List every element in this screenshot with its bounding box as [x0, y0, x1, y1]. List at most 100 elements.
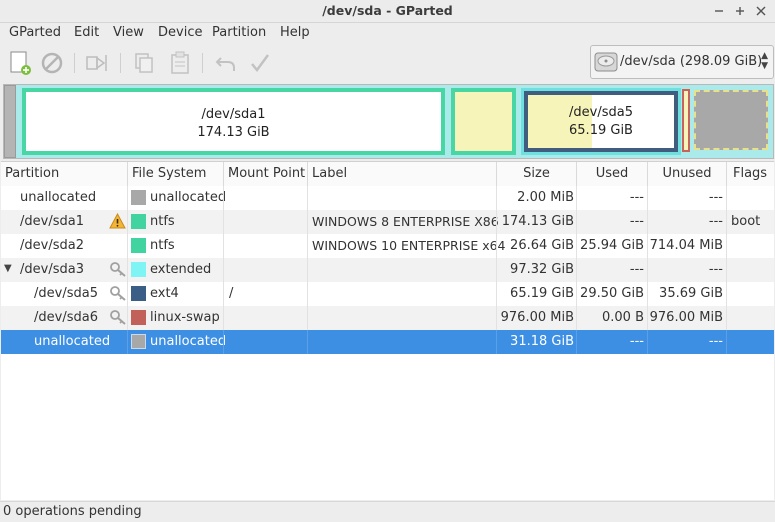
close-icon[interactable] — [752, 2, 770, 20]
partition-cell: /dev/sda3 — [20, 262, 84, 277]
column-label[interactable]: Label — [308, 162, 497, 186]
disk-map-sda3-extended[interactable]: /dev/sda5 65.19 GiB — [521, 88, 681, 155]
chevron-updown-icon: ▲ ▼ — [761, 51, 768, 71]
new-partition-button[interactable] — [6, 49, 34, 77]
partition-table-header: Partition File System Mount Point Label … — [1, 161, 774, 187]
size-cell: 65.19 GiB — [510, 286, 574, 301]
partition-cell: /dev/sda5 — [34, 286, 98, 301]
unused-cell: --- — [708, 214, 723, 229]
fs-color-swatch — [131, 334, 146, 349]
unused-cell: 714.04 MiB — [649, 238, 723, 253]
partition-cell: unallocated — [20, 190, 97, 205]
disk-map-unallocated-end[interactable] — [694, 90, 768, 150]
table-row[interactable]: unallocated unallocated 2.00 MiB --- --- — [1, 186, 774, 210]
size-cell: 26.64 GiB — [510, 238, 574, 253]
size-cell: 97.32 GiB — [510, 262, 574, 277]
column-size[interactable]: Size — [497, 162, 577, 186]
checkmark-icon — [251, 54, 270, 73]
table-row[interactable]: ▼ /dev/sda3 extended 97.32 GiB --- --- — [1, 258, 774, 282]
table-row[interactable]: /dev/sda1 ntfs WINDOWS 8 ENTERPRISE X86 … — [1, 210, 774, 234]
device-selector[interactable]: /dev/sda (298.09 GiB) ▲ ▼ — [590, 45, 774, 79]
paste-button[interactable] — [166, 49, 194, 77]
fs-color-swatch — [131, 310, 146, 325]
copy-button[interactable] — [130, 49, 158, 77]
fs-cell: unallocated — [150, 190, 227, 205]
menu-edit[interactable]: Edit — [74, 25, 99, 40]
label-cell: WINDOWS 8 ENTERPRISE X86 — [312, 214, 499, 229]
toolbar-separator — [74, 53, 75, 73]
mount-cell: / — [229, 286, 234, 301]
menu-bar: GParted Edit View Device Partition Help — [0, 23, 775, 45]
column-unused[interactable]: Unused — [648, 162, 727, 186]
fs-color-swatch — [131, 262, 146, 277]
column-file-system[interactable]: File System — [128, 162, 224, 186]
delete-partition-button[interactable] — [38, 49, 66, 77]
fs-color-swatch — [131, 238, 146, 253]
menu-help[interactable]: Help — [280, 25, 310, 40]
warning-icon — [109, 213, 126, 229]
window-title: /dev/sda - GParted — [322, 3, 453, 18]
new-partition-icon — [10, 51, 31, 75]
column-used[interactable]: Used — [577, 162, 648, 186]
table-row[interactable]: /dev/sda6 linux-swap 976.00 MiB 0.00 B 9… — [1, 306, 774, 330]
resize-move-icon — [86, 55, 107, 71]
partition-cell: /dev/sda2 — [20, 238, 84, 253]
disk-map-sda5[interactable]: /dev/sda5 65.19 GiB — [524, 91, 678, 152]
fs-color-swatch — [131, 190, 146, 205]
column-mount-point[interactable]: Mount Point — [224, 162, 308, 186]
column-partition[interactable]: Partition — [1, 162, 128, 186]
fs-cell: extended — [150, 262, 212, 277]
disk-graphic: /dev/sda1 174.13 GiB /dev/sda5 65.19 GiB — [3, 84, 774, 159]
disk-map-sda5-size: 65.19 GiB — [569, 123, 633, 138]
paste-icon — [171, 51, 189, 74]
unused-cell: --- — [708, 334, 723, 349]
disk-map-sda5-name: /dev/sda5 — [569, 105, 633, 120]
key-icon — [110, 286, 126, 301]
apply-button[interactable] — [246, 49, 274, 77]
table-row-selected[interactable]: unallocated unallocated 31.18 GiB --- --… — [1, 330, 774, 354]
undo-button[interactable] — [212, 49, 240, 77]
menu-device[interactable]: Device — [158, 25, 202, 40]
fs-cell: ext4 — [150, 286, 179, 301]
maximize-icon[interactable] — [731, 2, 749, 20]
disk-map-unallocated-start[interactable] — [4, 85, 16, 158]
fs-cell: linux-swap — [150, 310, 220, 325]
key-icon — [110, 310, 126, 325]
label-cell: WINDOWS 10 ENTERPRISE x64 — [312, 238, 506, 253]
expander-triangle-icon[interactable]: ▼ — [4, 263, 12, 274]
copy-icon — [135, 53, 153, 73]
used-cell: --- — [629, 262, 644, 277]
fs-color-swatch — [131, 214, 146, 229]
used-cell: 29.50 GiB — [580, 286, 644, 301]
resize-move-button[interactable] — [84, 49, 112, 77]
delete-icon — [41, 52, 63, 74]
menu-partition[interactable]: Partition — [212, 25, 266, 40]
used-cell: 0.00 B — [602, 310, 644, 325]
unused-cell: 976.00 MiB — [649, 310, 723, 325]
menu-view[interactable]: View — [113, 25, 144, 40]
table-row[interactable]: /dev/sda5 ext4 / 65.19 GiB 29.50 GiB 35.… — [1, 282, 774, 306]
disk-map-sda2[interactable] — [451, 88, 516, 155]
used-cell: --- — [629, 190, 644, 205]
used-cell: --- — [629, 334, 644, 349]
used-cell: --- — [629, 214, 644, 229]
menu-gparted[interactable]: GParted — [9, 25, 61, 40]
partition-list: unallocated unallocated 2.00 MiB --- ---… — [1, 186, 774, 500]
minimize-icon[interactable] — [710, 2, 728, 20]
key-icon — [110, 262, 126, 277]
disk-map-sda6[interactable] — [682, 89, 690, 152]
column-flags[interactable]: Flags — [727, 162, 774, 186]
fs-cell: ntfs — [150, 214, 175, 229]
table-row[interactable]: /dev/sda2 ntfs WINDOWS 10 ENTERPRISE x64… — [1, 234, 774, 258]
fs-cell: ntfs — [150, 238, 175, 253]
partition-cell: unallocated — [34, 334, 111, 349]
hard-disk-icon — [594, 52, 618, 72]
unused-cell: 35.69 GiB — [659, 286, 723, 301]
size-cell: 2.00 MiB — [517, 190, 574, 205]
undo-icon — [215, 57, 235, 71]
size-cell: 976.00 MiB — [500, 310, 574, 325]
toolbar-separator — [120, 53, 121, 73]
disk-map-sda1[interactable]: /dev/sda1 174.13 GiB — [22, 88, 445, 155]
size-cell: 31.18 GiB — [510, 334, 574, 349]
used-cell: 25.94 GiB — [580, 238, 644, 253]
